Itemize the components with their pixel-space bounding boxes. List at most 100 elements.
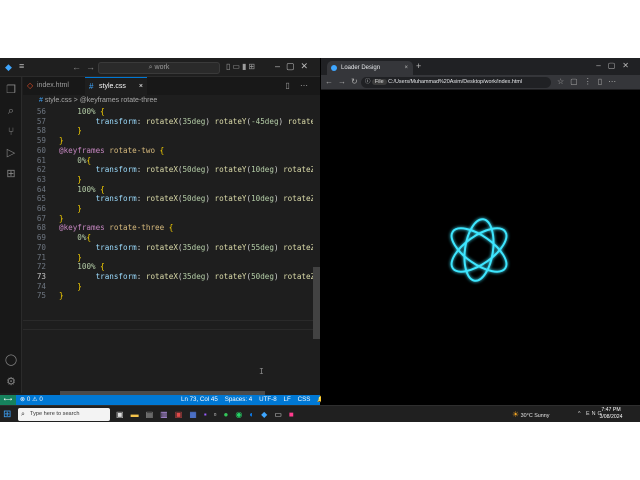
status-bar: ⟷ ⊗ 0 ⚠ 0 Ln 73, Col 45 Spaces: 4 UTF-8 … xyxy=(0,395,325,405)
app-icon-pink[interactable]: ■ xyxy=(289,407,301,422)
problems-indicator[interactable]: ⊗ 0 ⚠ 0 xyxy=(20,395,43,405)
code-token: { xyxy=(86,155,92,165)
code-token: transform xyxy=(95,165,137,175)
close-tab-icon[interactable]: × xyxy=(404,61,408,75)
code-token: } xyxy=(77,281,82,291)
search-icon[interactable]: ⌕ xyxy=(4,104,18,118)
browser-window-controls[interactable]: –▢✕ xyxy=(596,61,636,70)
taskbar-clock[interactable]: 7:47 PM 3/08/2024 xyxy=(598,407,624,421)
app-icon-purple[interactable]: ▥ xyxy=(160,407,175,422)
whatsapp-icon[interactable]: ◉ xyxy=(235,407,249,422)
close-tab-icon[interactable]: × xyxy=(139,78,143,96)
code-token: : xyxy=(136,271,146,281)
line-number: 61 xyxy=(36,155,46,165)
code-token: transform xyxy=(95,194,137,204)
browser-nav-icons[interactable]: ←→↻ xyxy=(325,77,363,86)
chrome-icon[interactable]: ● xyxy=(224,407,236,422)
bottom-letterbox xyxy=(0,422,640,480)
code-token: { xyxy=(100,262,105,272)
code-line: 64 100% { xyxy=(23,185,313,195)
code-token: @keyframes xyxy=(59,223,105,233)
top-letterbox xyxy=(0,0,640,58)
code-token: ) xyxy=(273,271,284,281)
explorer-icon[interactable]: ❐ xyxy=(4,83,18,97)
taskbar-search-box[interactable]: ⌕ Type here to search xyxy=(18,408,110,421)
code-line: 62 transform: rotateX(50deg) rotateY(10d… xyxy=(23,165,313,175)
cursor-position[interactable]: Ln 73, Col 45 xyxy=(181,396,218,403)
account-icon[interactable]: ◯ xyxy=(4,353,18,367)
command-center-search[interactable]: ⌕ work xyxy=(98,62,220,74)
browser-tool-icons[interactable]: ☆▢⋮▯⋯ xyxy=(557,77,622,86)
extensions-icon[interactable]: ⊞ xyxy=(4,167,18,181)
app-icon-violet[interactable]: ▪ xyxy=(204,407,214,422)
line-code: } xyxy=(59,126,82,136)
file-explorer-icon[interactable]: ▬ xyxy=(131,407,146,422)
address-bar[interactable]: ⓘ File C:/Users/Muhammad%20Asim/Desktop/… xyxy=(361,77,551,88)
tray-chevron-icon[interactable]: ^ xyxy=(578,411,583,417)
code-token: 50deg xyxy=(182,194,206,204)
window-controls[interactable]: –▢✕ xyxy=(275,61,314,72)
editor-vertical-scrollbar[interactable] xyxy=(313,107,320,393)
app-icon-gray[interactable]: ▭ xyxy=(274,407,289,422)
app-icon-blue[interactable]: ▦ xyxy=(189,407,204,422)
code-token: ) xyxy=(273,165,284,175)
store-icon[interactable]: ▤ xyxy=(146,407,161,422)
line-code: transform: rotateX(35deg) rotateY(55deg)… xyxy=(59,243,313,253)
language-mode[interactable]: CSS xyxy=(298,396,311,403)
line-number: 67 xyxy=(36,213,46,223)
run-debug-icon[interactable]: ▷ xyxy=(4,146,18,160)
line-number: 72 xyxy=(36,262,46,272)
breadcrumb-file[interactable]: style.css xyxy=(45,97,72,104)
file-chip: File xyxy=(371,79,387,85)
vscode-taskbar-icon[interactable]: ◆ xyxy=(261,407,274,422)
code-line: 60 @keyframes rotate-two { xyxy=(23,146,313,156)
scrollbar-thumb[interactable] xyxy=(313,267,320,339)
line-number: 66 xyxy=(36,204,46,213)
nav-arrows-icon[interactable]: ← → xyxy=(72,62,95,72)
tab-style-css[interactable]: # style.css × xyxy=(85,77,147,95)
encoding[interactable]: UTF-8 xyxy=(259,396,277,403)
breadcrumb-symbol[interactable]: @keyframes rotate-three xyxy=(80,97,158,104)
app-icon-red[interactable]: ▣ xyxy=(175,407,190,422)
desktop-screen: ◆ ≡ ← → ⌕ work ▯▭▮⊞ –▢✕ ❐ ⌕ ⑂ ▷ ⊞ ◯ ⚙ ◇ … xyxy=(0,58,640,422)
new-tab-button[interactable]: + xyxy=(416,61,421,71)
edge-icon[interactable]: ◐ xyxy=(249,407,261,422)
end-of-line[interactable]: LF xyxy=(284,396,291,403)
app-icon-white[interactable]: ▫ xyxy=(214,407,224,422)
code-token: rotateX xyxy=(145,271,178,281)
weather-widget[interactable]: ☀ 30°C Sunny xyxy=(512,409,550,422)
browser-tab[interactable]: Loader Design × xyxy=(327,61,413,75)
remote-indicator-icon[interactable]: ⟷ xyxy=(0,395,16,405)
code-token: ) xyxy=(205,116,215,126)
code-token: 10deg xyxy=(251,165,274,175)
code-token: rotateZ xyxy=(283,194,313,204)
line-number: 63 xyxy=(36,174,46,184)
command-center-text: work xyxy=(154,64,170,71)
code-token: 100% xyxy=(77,107,96,116)
code-line: 66 } xyxy=(23,204,313,214)
indentation[interactable]: Spaces: 4 xyxy=(225,396,253,403)
task-view-icon[interactable]: ▣ xyxy=(116,407,131,422)
tab-index-html[interactable]: ◇ index.html xyxy=(23,77,85,95)
code-editor[interactable]: 56 100% {57 transform: rotateX(35deg) ro… xyxy=(23,107,313,393)
line-number: 73 xyxy=(36,271,46,281)
editor-actions[interactable]: ▯ ⋯ xyxy=(285,77,312,95)
menu-icon[interactable]: ≡ xyxy=(19,61,25,71)
layout-toggle-icons[interactable]: ▯▭▮⊞ xyxy=(226,62,257,71)
code-line: 56 100% { xyxy=(23,107,313,117)
settings-gear-icon[interactable]: ⚙ xyxy=(4,375,18,389)
windows-taskbar: ⊞ ⌕ Type here to search ▣▬▤▥▣▦▪▫●◉◐◆▭■ ☀… xyxy=(0,405,640,422)
source-control-icon[interactable]: ⑂ xyxy=(4,125,18,139)
code-token: { xyxy=(86,233,92,243)
breadcrumb-separator: > xyxy=(73,97,78,104)
code-token: 35deg xyxy=(182,271,206,281)
start-button-icon[interactable]: ⊞ xyxy=(3,409,14,420)
